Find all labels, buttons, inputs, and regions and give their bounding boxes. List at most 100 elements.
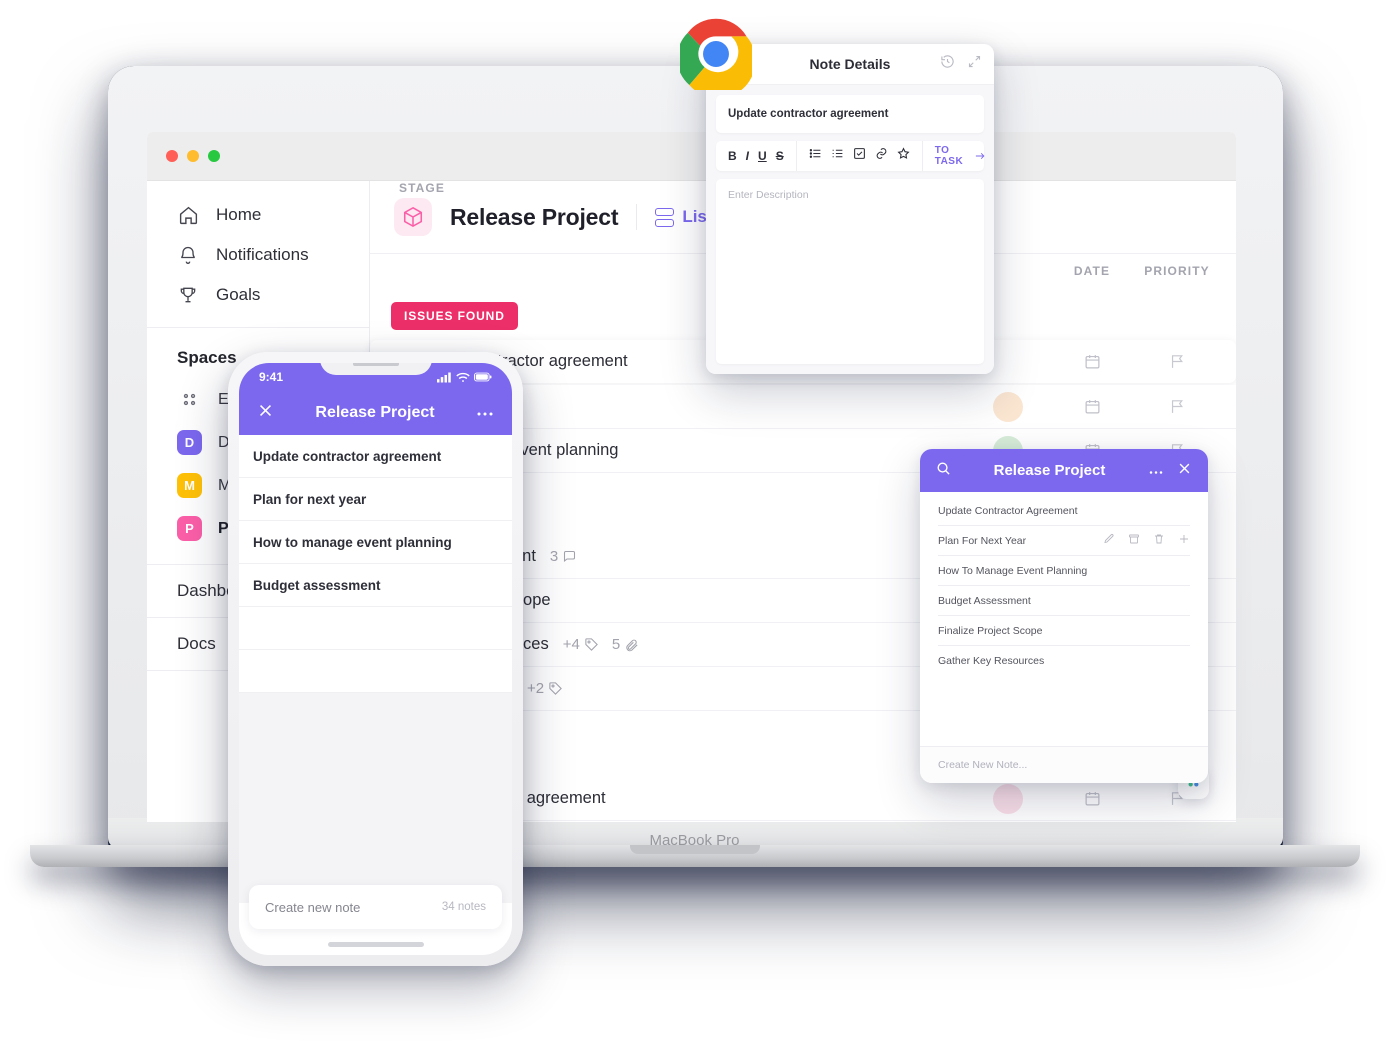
list-item-empty <box>239 650 512 693</box>
calendar-icon <box>1085 792 1099 806</box>
wifi-icon <box>456 372 470 382</box>
note-label: Budget assessment <box>253 577 381 593</box>
task-meta: 3 <box>550 548 577 565</box>
close-window-button[interactable] <box>166 150 178 162</box>
list-item[interactable]: Budget assessment <box>239 564 512 607</box>
strikethrough-button[interactable]: S <box>776 149 784 163</box>
star-icon[interactable] <box>897 147 910 165</box>
calendar-icon <box>1085 355 1099 369</box>
sidebar-item-home[interactable]: Home <box>147 195 369 235</box>
expand-icon[interactable] <box>967 54 982 74</box>
header-divider <box>636 204 638 230</box>
list-item[interactable]: Update Contractor Agreement <box>938 496 1190 526</box>
window-titlebar <box>147 132 1236 181</box>
plus-icon[interactable] <box>1178 533 1190 548</box>
archive-icon[interactable] <box>1128 533 1140 548</box>
attachment-icon <box>626 639 638 652</box>
create-note-action[interactable]: Create new note <box>265 900 360 915</box>
minimize-window-button[interactable] <box>187 150 199 162</box>
history-icon[interactable] <box>940 54 955 74</box>
avatar <box>993 783 1023 814</box>
sidebar-item-notifications[interactable]: Notifications <box>147 235 369 275</box>
comment-icon <box>564 550 576 562</box>
tag-icon <box>585 638 598 651</box>
more-icon[interactable] <box>476 404 494 422</box>
close-icon[interactable] <box>257 402 274 424</box>
list-view-icon <box>655 207 675 227</box>
bell-icon <box>177 244 199 266</box>
phone-title: Release Project <box>315 404 435 421</box>
note-details-window: Note Details Update contractor agreement… <box>706 44 994 374</box>
page-title: Release Project <box>450 203 619 230</box>
more-icon[interactable] <box>1148 462 1164 480</box>
task-meta: +4 5 <box>563 636 639 653</box>
date-cell[interactable] <box>1050 353 1134 370</box>
note-label: Update Contractor Agreement <box>938 504 1078 517</box>
grid-icon <box>177 387 202 412</box>
note-title-input[interactable]: Update contractor agreement <box>716 95 984 133</box>
list-item[interactable]: Update contractor agreement <box>239 435 512 478</box>
date-cell[interactable] <box>1050 790 1134 807</box>
create-note-input[interactable]: Create New Note... <box>920 746 1208 783</box>
sidebar-item-label: Docs <box>177 634 216 653</box>
widget-note-list: Update Contractor Agreement Plan For Nex… <box>920 492 1208 746</box>
sidebar-item-goals[interactable]: Goals <box>147 275 369 315</box>
assignee-cell[interactable] <box>966 783 1050 814</box>
date-cell[interactable] <box>1050 398 1134 415</box>
checkbox-icon[interactable] <box>853 147 866 165</box>
list-item[interactable]: Finalize Project Scope <box>938 616 1190 646</box>
cellular-icon <box>437 372 451 382</box>
maximize-window-button[interactable] <box>208 150 220 162</box>
note-label: Plan for next year <box>253 491 367 507</box>
trash-icon[interactable] <box>1153 533 1165 548</box>
tab-list[interactable]: List <box>655 207 713 227</box>
avatar <box>993 391 1023 422</box>
attachment-count[interactable]: 5 <box>612 636 639 653</box>
bold-button[interactable]: B <box>728 149 737 163</box>
list-item[interactable]: How to manage event planning <box>239 521 512 564</box>
home-indicator <box>327 942 424 947</box>
screenshot-root: MacBook Pro Home Notifications Goals Spa… <box>0 0 1389 1041</box>
editor-toolbar: B I U S TO TASK <box>716 141 985 171</box>
list-item[interactable]: Gather Key Resources <box>938 646 1190 675</box>
phone-note-list: Update contractor agreement Plan for nex… <box>239 435 512 693</box>
list-item[interactable]: Plan For Next Year <box>938 526 1190 556</box>
comment-count[interactable]: 3 <box>550 548 577 565</box>
assignee-cell[interactable] <box>966 391 1050 422</box>
note-label: Update contractor agreement <box>253 448 442 464</box>
tag-count[interactable]: +4 <box>563 636 599 653</box>
phone-footer[interactable]: Create new note 34 notes <box>249 885 502 929</box>
numbered-list-icon[interactable] <box>831 147 844 165</box>
sidebar-item-label: Notifications <box>216 245 309 264</box>
bullet-list-icon[interactable] <box>809 147 822 165</box>
to-task-button[interactable]: TO TASK <box>921 141 994 171</box>
list-item[interactable]: Plan for next year <box>239 478 512 521</box>
calendar-icon <box>1085 400 1099 414</box>
search-icon[interactable] <box>936 461 951 481</box>
home-icon <box>177 204 199 226</box>
priority-cell[interactable] <box>1134 398 1220 415</box>
phone-notch <box>319 363 432 375</box>
chrome-logo-icon <box>677 18 756 99</box>
underline-button[interactable]: U <box>758 149 767 163</box>
link-icon[interactable] <box>875 147 888 165</box>
space-avatar: M <box>177 473 202 498</box>
notes-widget: Release Project Update Contractor Agreem… <box>920 449 1208 783</box>
widget-title: Release Project <box>993 462 1106 479</box>
italic-button[interactable]: I <box>746 149 749 163</box>
column-header-priority: PRIORITY <box>1144 264 1210 278</box>
tag-count[interactable]: +2 <box>527 680 563 697</box>
note-description-input[interactable]: Enter Description <box>716 179 984 364</box>
note-label: How To Manage Event Planning <box>938 564 1088 577</box>
spaces-title: Spaces <box>177 348 237 367</box>
list-item[interactable]: How To Manage Event Planning <box>938 556 1190 586</box>
close-icon[interactable] <box>1177 461 1192 481</box>
status-time: 9:41 <box>259 370 284 384</box>
note-row-tools <box>1103 533 1190 548</box>
list-item[interactable]: Budget Assessment <box>938 586 1190 616</box>
note-label: Budget Assessment <box>938 594 1031 607</box>
note-count: 34 notes <box>441 901 486 913</box>
priority-cell[interactable] <box>1134 353 1220 370</box>
space-avatar: D <box>177 430 202 455</box>
edit-icon[interactable] <box>1103 533 1115 548</box>
